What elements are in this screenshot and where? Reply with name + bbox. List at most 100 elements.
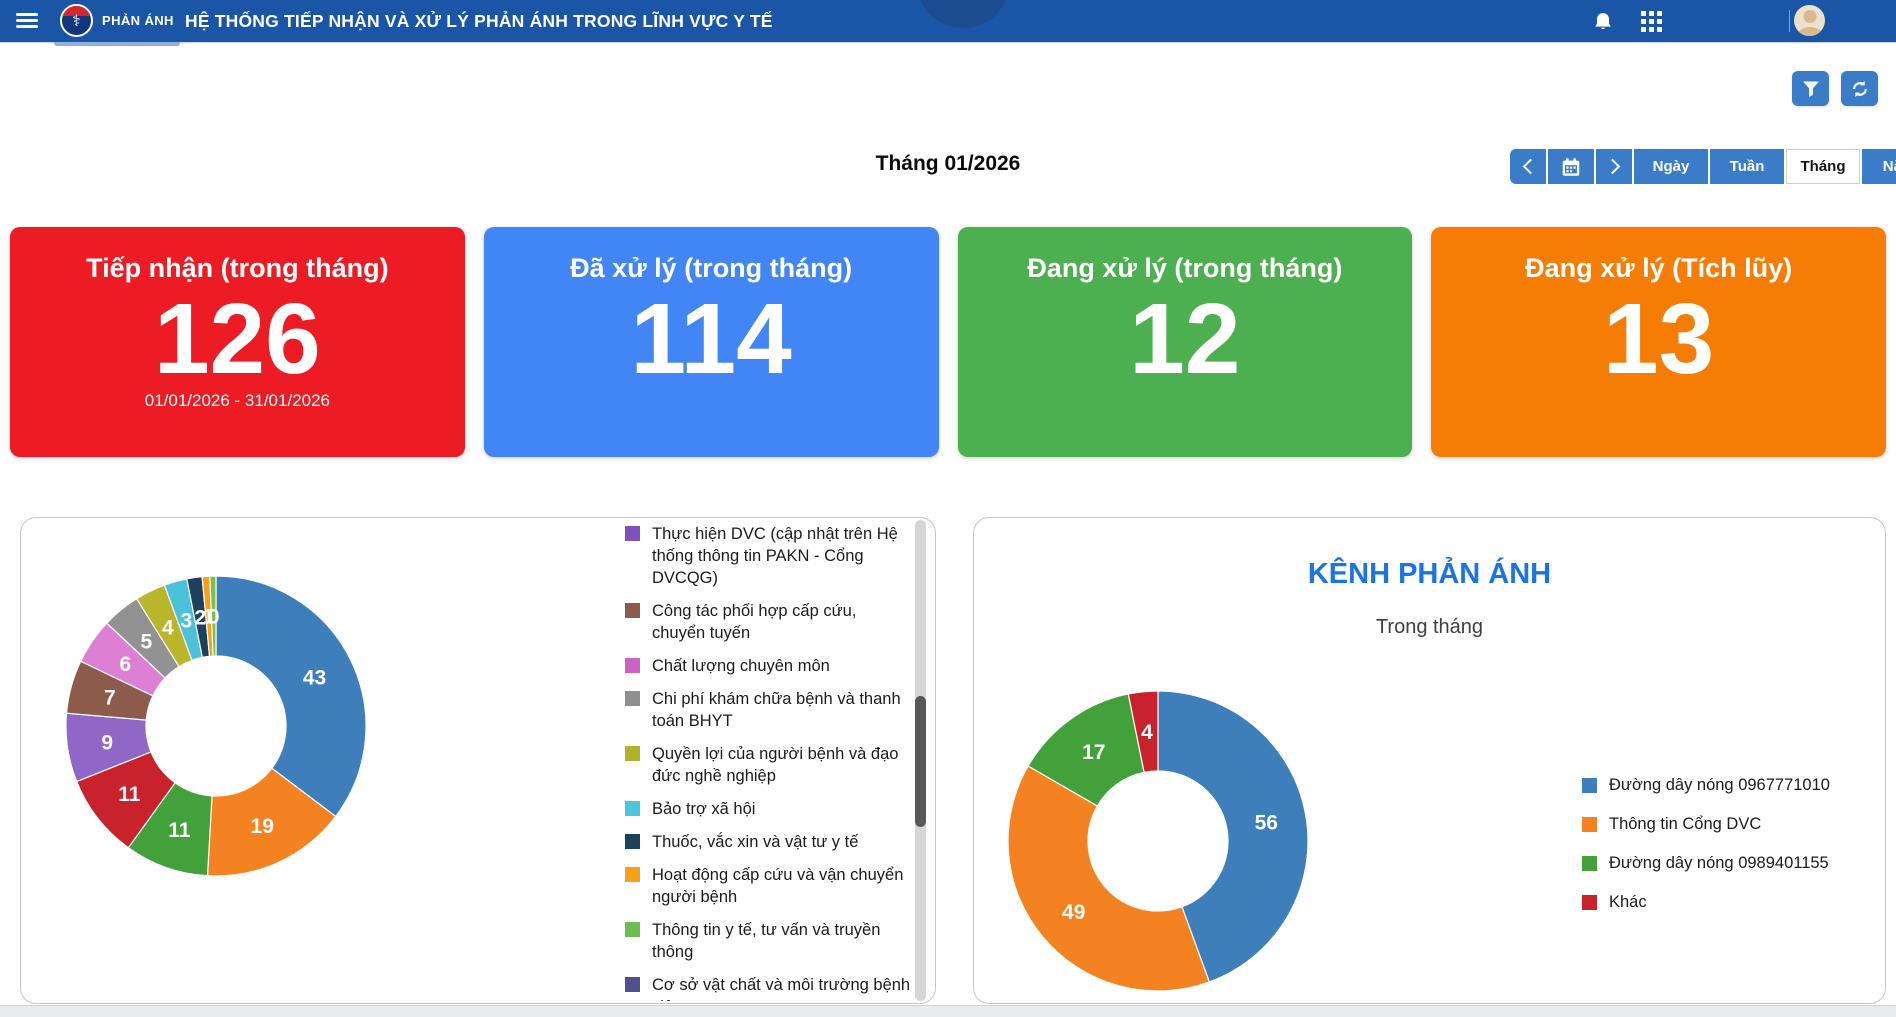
- legend-swatch: [625, 746, 640, 761]
- apps-grid-icon[interactable]: [1636, 8, 1666, 35]
- channels-donut-chart[interactable]: 5649174: [998, 681, 1318, 1001]
- chart-subtitle: Trong tháng: [974, 616, 1885, 639]
- svg-text:49: 49: [1062, 901, 1085, 924]
- notifications-bell-icon[interactable]: [1588, 8, 1618, 35]
- user-avatar[interactable]: [1794, 5, 1825, 36]
- svg-text:5: 5: [140, 630, 152, 653]
- legend-item[interactable]: Đường dây nóng 0967771010: [1582, 776, 1882, 794]
- legend-item[interactable]: Thực hiện DVC (cập nhật trên Hệ thống th…: [625, 523, 913, 589]
- legend-item[interactable]: Khác: [1582, 893, 1882, 911]
- top-navbar: ⚕ PHẢN ÁNH HỆ THỐNG TIẾP NHẬN VÀ XỬ LÝ P…: [0, 0, 1896, 43]
- stat-card-value: 114: [630, 290, 791, 388]
- legend-label: Chất lượng chuyên môn: [652, 655, 830, 677]
- legend-item[interactable]: Thông tin y tế, tư vấn và truyền thông: [625, 919, 913, 963]
- legend-item[interactable]: Đường dây nóng 0989401155: [1582, 854, 1882, 872]
- svg-text:11: 11: [168, 819, 191, 842]
- caduceus-icon: ⚕: [62, 10, 91, 34]
- legend-swatch: [625, 801, 640, 816]
- legend-item[interactable]: Thuốc, vắc xin và vật tư y tế: [625, 831, 913, 853]
- stat-cards-row: Tiếp nhận (trong tháng) 126 01/01/2026 -…: [10, 227, 1886, 457]
- stat-card-title: Đã xử lý (trong tháng): [570, 253, 852, 284]
- legend-scrollbar-track[interactable]: [915, 520, 926, 1001]
- stat-card[interactable]: Tiếp nhận (trong tháng) 126 01/01/2026 -…: [10, 227, 465, 457]
- stat-card-value: 12: [1129, 290, 1240, 388]
- svg-text:43: 43: [303, 666, 326, 689]
- svg-text:11: 11: [118, 783, 141, 806]
- feedback-channels-chart-card: KÊNH PHẢN ÁNH Trong tháng 5649174 Đường …: [973, 517, 1886, 1004]
- stat-card[interactable]: Đang xử lý (Tích lũy) 13: [1431, 227, 1886, 457]
- legend-label: Thông tin y tế, tư vấn và truyền thông: [652, 919, 913, 963]
- legend-swatch: [625, 922, 640, 937]
- legend-swatch: [625, 526, 640, 541]
- chart-title: KÊNH PHẢN ÁNH: [974, 558, 1885, 591]
- legend-swatch: [625, 834, 640, 849]
- legend-label: Công tác phối hợp cấp cứu, chuyển tuyến: [652, 600, 913, 644]
- legend-label: Thực hiện DVC (cập nhật trên Hệ thống th…: [652, 523, 913, 589]
- calendar-picker-button[interactable]: [1548, 149, 1594, 184]
- legend-item[interactable]: Chất lượng chuyên môn: [625, 655, 913, 677]
- legend-label: Đường dây nóng 0967771010: [1609, 776, 1830, 794]
- period-label: Tháng 01/2026: [798, 152, 1098, 176]
- legend-label: Thông tin Cổng DVC: [1609, 815, 1761, 833]
- legend-item[interactable]: Cơ sở vật chất và môi trường bệnh viện: [625, 974, 913, 1001]
- legend-swatch: [625, 658, 640, 673]
- channels-legend: Đường dây nóng 0967771010 Thông tin Cổng…: [1582, 776, 1882, 932]
- svg-text:7: 7: [104, 686, 116, 709]
- view-day-button[interactable]: Ngày: [1634, 149, 1708, 184]
- avatar-shoulders: [1797, 27, 1822, 36]
- legend-swatch: [625, 977, 640, 992]
- page-title: HỆ THỐNG TIẾP NHẬN VÀ XỬ LÝ PHẢN ÁNH TRO…: [185, 0, 773, 42]
- feedback-categories-chart-card: 43191111976543210 Thực hiện DVC (cập nhậ…: [20, 517, 936, 1004]
- stat-card-value: 13: [1603, 290, 1714, 388]
- menu-icon[interactable]: [16, 13, 38, 28]
- view-week-button[interactable]: Tuần: [1710, 149, 1784, 184]
- svg-text:0: 0: [208, 605, 220, 628]
- legend-swatch: [625, 691, 640, 706]
- svg-text:6: 6: [119, 653, 131, 676]
- legend-item[interactable]: Thông tin Cổng DVC: [1582, 815, 1882, 833]
- stat-card-title: Đang xử lý (Tích lũy): [1525, 253, 1792, 284]
- categories-donut-chart[interactable]: 43191111976543210: [56, 566, 376, 886]
- stat-card-value: 126: [154, 290, 321, 388]
- legend-item[interactable]: Công tác phối hợp cấp cứu, chuyển tuyến: [625, 600, 913, 644]
- date-navigation: Ngày Tuần Tháng Năm: [1510, 149, 1896, 184]
- refresh-button[interactable]: [1841, 71, 1878, 106]
- stat-card-subtitle: 01/01/2026 - 31/01/2026: [145, 391, 330, 411]
- brand-label[interactable]: PHẢN ÁNH: [102, 0, 174, 42]
- legend-label: Bảo trợ xã hội: [652, 798, 755, 820]
- stat-card-title: Đang xử lý (trong tháng): [1027, 253, 1342, 284]
- chevron-right-icon: [1604, 159, 1620, 175]
- legend-label: Quyền lợi của người bệnh và đạo đức nghề…: [652, 743, 913, 787]
- svg-text:4: 4: [162, 616, 174, 639]
- legend-label: Đường dây nóng 0989401155: [1609, 854, 1829, 872]
- legend-label: Thuốc, vắc xin và vật tư y tế: [652, 831, 858, 853]
- avatar-head: [1803, 10, 1816, 23]
- svg-text:17: 17: [1082, 741, 1105, 764]
- view-month-button[interactable]: Tháng: [1786, 149, 1860, 184]
- legend-item[interactable]: Quyền lợi của người bệnh và đạo đức nghề…: [625, 743, 913, 787]
- ministry-of-health-logo-icon: ⚕: [60, 4, 93, 37]
- navbar-decor-circle: [916, 0, 1010, 28]
- legend-label: Khác: [1609, 893, 1647, 911]
- legend-label: Hoạt động cấp cứu và vận chuyển người bệ…: [652, 864, 913, 908]
- legend-swatch: [625, 867, 640, 882]
- previous-period-button[interactable]: [1510, 149, 1546, 184]
- funnel-icon: [1801, 79, 1821, 99]
- svg-text:3: 3: [180, 609, 192, 632]
- navbar-separator: [1789, 10, 1790, 32]
- stat-card[interactable]: Đang xử lý (trong tháng) 12: [958, 227, 1413, 457]
- dashboard-page: ⚕ PHẢN ÁNH HỆ THỐNG TIẾP NHẬN VÀ XỬ LÝ P…: [0, 0, 1896, 1017]
- legend-scrollbar-thumb[interactable]: [915, 696, 926, 827]
- legend-swatch: [1582, 856, 1597, 871]
- stat-card[interactable]: Đã xử lý (trong tháng) 114: [484, 227, 939, 457]
- svg-text:9: 9: [101, 731, 113, 754]
- legend-label: Cơ sở vật chất và môi trường bệnh viện: [652, 974, 913, 1001]
- legend-item[interactable]: Hoạt động cấp cứu và vận chuyển người bệ…: [625, 864, 913, 908]
- filter-button[interactable]: [1792, 71, 1829, 106]
- legend-item[interactable]: Bảo trợ xã hội: [625, 798, 913, 820]
- view-year-button[interactable]: Năm: [1862, 149, 1896, 184]
- horizontal-scrollbar-track[interactable]: [0, 1005, 1896, 1017]
- legend-item[interactable]: Chi phí khám chữa bệnh và thanh toán BHY…: [625, 688, 913, 732]
- next-period-button[interactable]: [1596, 149, 1632, 184]
- stat-card-title: Tiếp nhận (trong tháng): [86, 253, 388, 284]
